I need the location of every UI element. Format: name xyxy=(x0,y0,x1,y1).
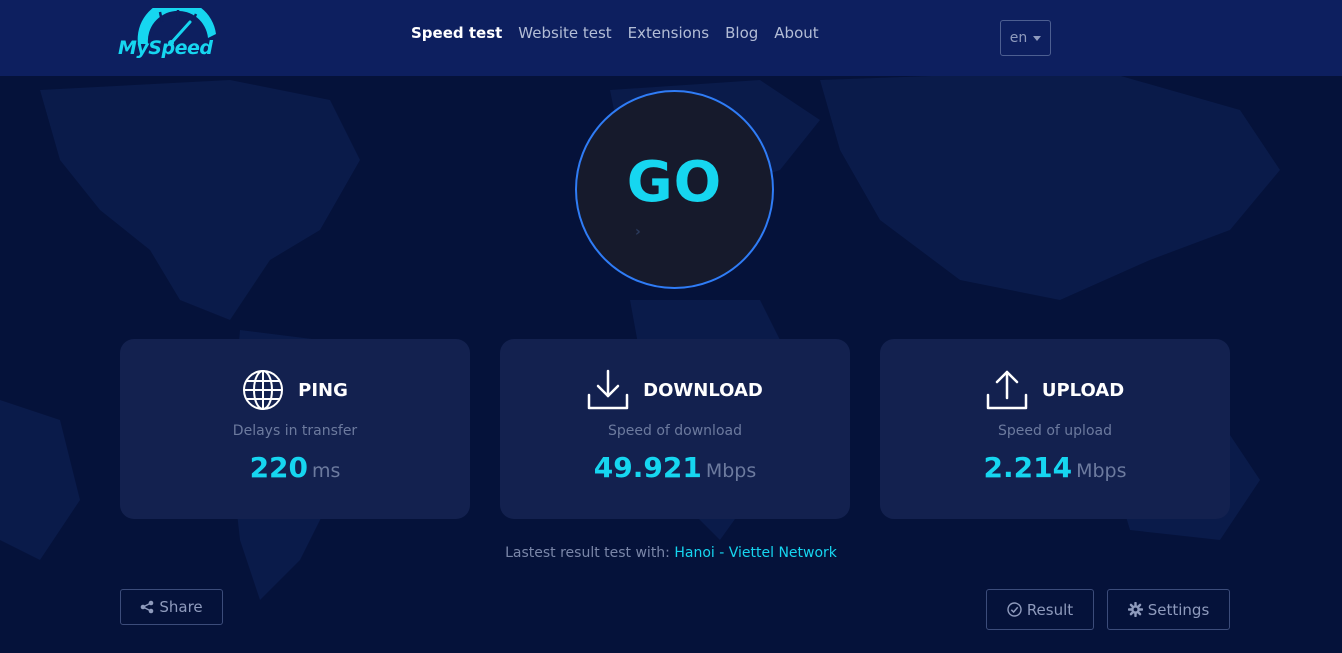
upload-unit: Mbps xyxy=(1076,460,1127,482)
nav-extensions[interactable]: Extensions xyxy=(628,24,709,42)
settings-button[interactable]: Settings xyxy=(1107,589,1230,630)
globe-icon xyxy=(243,370,284,410)
language-select[interactable]: en xyxy=(1000,20,1051,56)
ping-card: PING Delays in transfer 220 ms xyxy=(120,339,470,519)
main-nav: Speed test Website test Extensions Blog … xyxy=(411,24,819,42)
upload-subtitle: Speed of upload xyxy=(998,423,1112,439)
result-button[interactable]: Result xyxy=(986,589,1094,630)
download-subtitle: Speed of download xyxy=(608,423,742,439)
language-value: en xyxy=(1009,30,1028,46)
go-label: GO xyxy=(626,150,723,215)
check-circle-icon xyxy=(1007,602,1022,617)
upload-icon xyxy=(986,370,1028,410)
latest-result-line: Lastest result test with: Hanoi - Viette… xyxy=(0,545,1342,561)
ping-title: PING xyxy=(298,379,348,401)
logo[interactable]: MySpeed xyxy=(118,8,222,64)
settings-label: Settings xyxy=(1147,600,1210,619)
download-value: 49.921 xyxy=(593,451,702,484)
download-title: DOWNLOAD xyxy=(643,379,763,401)
upload-value-row: 2.214 Mbps xyxy=(880,451,1230,484)
share-label: Share xyxy=(159,598,203,616)
download-card: DOWNLOAD Speed of download 49.921 Mbps xyxy=(500,339,850,519)
go-button[interactable]: GO › xyxy=(575,90,774,289)
caret-down-icon xyxy=(1033,35,1042,41)
upload-card: UPLOAD Speed of upload 2.214 Mbps xyxy=(880,339,1230,519)
upload-title: UPLOAD xyxy=(1041,379,1125,401)
chevron-right-icon: › xyxy=(635,224,641,240)
upload-value: 2.214 xyxy=(983,451,1073,484)
nav-about[interactable]: About xyxy=(774,24,818,42)
nav-speed-test[interactable]: Speed test xyxy=(411,24,502,42)
latest-server-link[interactable]: Hanoi - Viettel Network xyxy=(674,545,837,561)
ping-value: 220 xyxy=(249,451,309,484)
ping-subtitle: Delays in transfer xyxy=(232,423,358,439)
top-header: MySpeed Speed test Website test Extensio… xyxy=(0,0,1342,76)
ping-unit: ms xyxy=(312,460,341,482)
logo-text: MySpeed xyxy=(118,37,213,59)
ping-value-row: 220 ms xyxy=(120,451,470,484)
download-icon xyxy=(587,369,629,410)
share-button[interactable]: Share xyxy=(120,589,223,625)
download-unit: Mbps xyxy=(705,460,757,482)
nav-blog[interactable]: Blog xyxy=(725,24,758,42)
nav-website-test[interactable]: Website test xyxy=(518,24,611,42)
latest-prefix: Lastest result test with: xyxy=(505,545,670,561)
result-label: Result xyxy=(1026,600,1074,619)
share-icon xyxy=(141,600,154,614)
gear-icon xyxy=(1127,602,1143,617)
download-value-row: 49.921 Mbps xyxy=(500,451,850,484)
